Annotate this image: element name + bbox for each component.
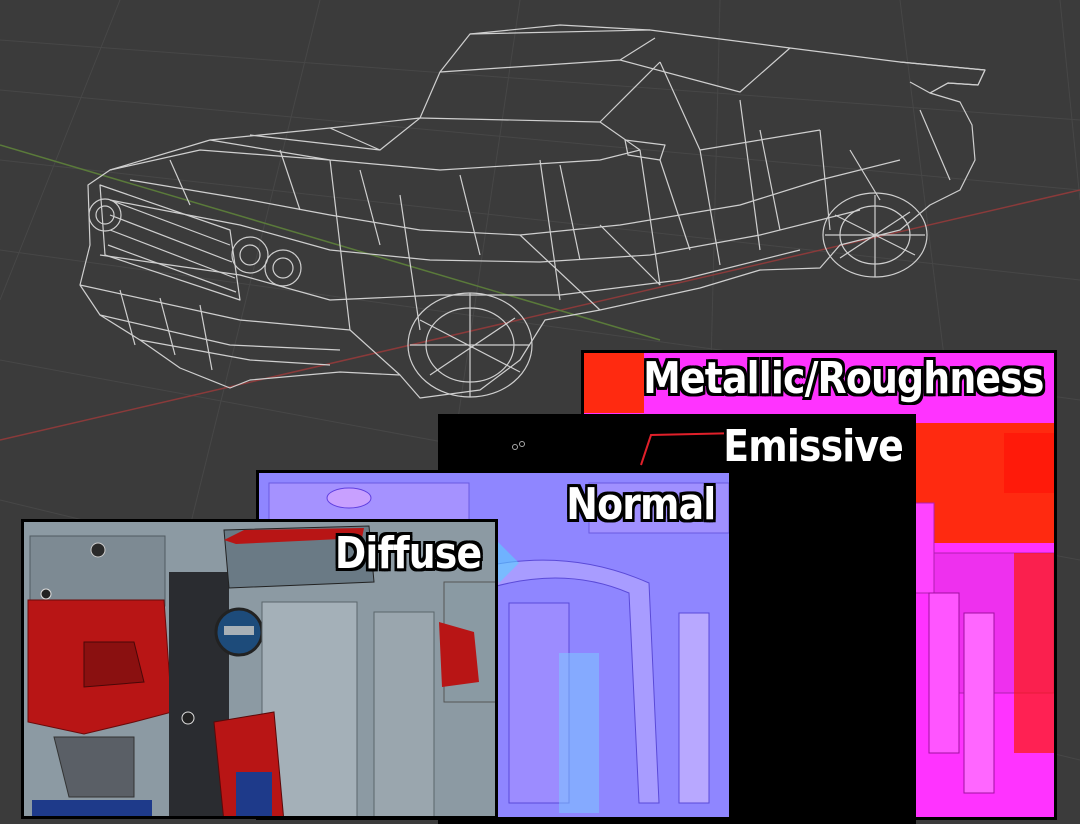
- emissive-label: Emissive: [723, 421, 904, 472]
- car-wireframe[interactable]: [79, 24, 986, 399]
- diffuse-label: Diffuse: [334, 528, 482, 579]
- normal-label: Normal: [565, 479, 716, 530]
- diffuse-texture-panel[interactable]: Diffuse: [21, 519, 498, 819]
- y-axis-line: [0, 144, 661, 341]
- metallic-roughness-label: Metallic/Roughness: [643, 353, 1045, 404]
